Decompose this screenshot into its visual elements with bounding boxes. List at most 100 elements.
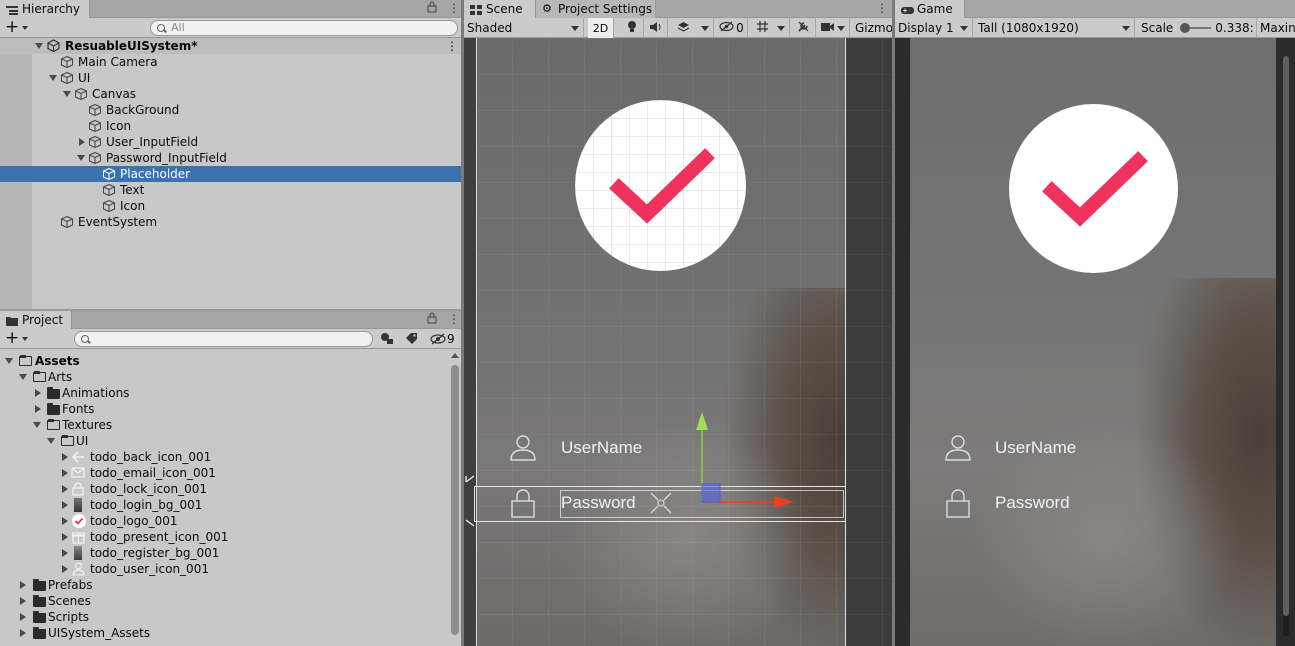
resize-handle-top-left[interactable]: [464, 474, 476, 486]
collapse-arrow-icon[interactable]: [62, 533, 68, 541]
project-item[interactable]: todo_user_icon_001: [0, 561, 450, 577]
project-item[interactable]: todo_login_bg_001: [0, 497, 450, 513]
hierarchy-search-input[interactable]: All: [150, 20, 458, 36]
collapse-arrow-icon[interactable]: [79, 138, 85, 146]
expand-arrow-icon[interactable]: [77, 155, 85, 161]
scroll-up-icon[interactable]: [451, 353, 459, 358]
hierarchy-item[interactable]: Main Camera: [0, 54, 461, 70]
collapse-arrow-icon[interactable]: [62, 485, 68, 493]
chevron-down-icon[interactable]: [22, 337, 28, 341]
tab-game[interactable]: Game: [895, 0, 965, 18]
project-item[interactable]: todo_register_bg_001: [0, 545, 450, 561]
add-icon[interactable]: +: [5, 18, 19, 36]
move-gizmo[interactable]: [694, 410, 804, 510]
scale-slider-thumb[interactable]: [1180, 23, 1191, 33]
camera-dropdown[interactable]: [818, 18, 850, 38]
lighting-toggle[interactable]: [620, 18, 644, 38]
collapse-arrow-icon[interactable]: [62, 501, 68, 509]
hierarchy-item[interactable]: Password_InputField: [0, 150, 461, 166]
tab-project[interactable]: Project: [0, 311, 72, 329]
pivot-handle-icon[interactable]: [648, 490, 674, 516]
expand-arrow-icon[interactable]: [19, 374, 27, 380]
hierarchy-item[interactable]: UI: [0, 70, 461, 86]
hierarchy-item[interactable]: Icon: [0, 118, 461, 134]
grid-scene-icon: [470, 4, 482, 15]
tab-hierarchy[interactable]: Hierarchy: [0, 0, 90, 18]
tools-toggle[interactable]: [792, 18, 816, 38]
maximize-on-play-toggle[interactable]: Maxin: [1257, 18, 1295, 38]
expand-arrow-icon[interactable]: [63, 91, 71, 97]
kebab-menu-icon[interactable]: ⋮: [876, 1, 888, 15]
kebab-menu-icon[interactable]: ⋮: [448, 312, 460, 326]
game-scrollbar[interactable]: [1283, 56, 1289, 636]
project-item[interactable]: Assets: [0, 353, 450, 369]
toggle-2d-button[interactable]: 2D: [588, 18, 614, 38]
add-icon[interactable]: +: [5, 329, 19, 347]
project-item[interactable]: todo_lock_icon_001: [0, 481, 450, 497]
collapse-arrow-icon[interactable]: [35, 405, 41, 413]
project-scrollbar[interactable]: [450, 351, 460, 646]
hierarchy-item[interactable]: EventSystem: [0, 214, 461, 230]
hierarchy-item[interactable]: Text: [0, 182, 461, 198]
tab-project-settings[interactable]: ⚙ Project Settings: [536, 0, 656, 18]
scene-viewport[interactable]: UserName Password: [464, 38, 892, 646]
project-search-input[interactable]: [74, 331, 373, 347]
project-item[interactable]: UISystem_Assets: [0, 625, 450, 641]
project-item[interactable]: Scripts: [0, 609, 450, 625]
hierarchy-item[interactable]: Icon: [0, 198, 461, 214]
label-tag-icon[interactable]: [405, 332, 419, 348]
lock-icon[interactable]: [427, 312, 437, 327]
project-item[interactable]: Arts: [0, 369, 450, 385]
kebab-menu-icon[interactable]: ⋮: [448, 1, 460, 15]
hierarchy-item[interactable]: User_InputField: [0, 134, 461, 150]
project-item[interactable]: todo_email_icon_001: [0, 465, 450, 481]
hidden-eye-icon[interactable]: [430, 333, 446, 348]
collapse-arrow-icon[interactable]: [62, 517, 68, 525]
expand-arrow-icon[interactable]: [33, 422, 41, 428]
scale-slider[interactable]: [1180, 23, 1212, 33]
expand-arrow-icon[interactable]: [5, 358, 13, 364]
resize-handle-bottom-left[interactable]: [464, 518, 476, 530]
project-item[interactable]: Scenes: [0, 593, 450, 609]
expand-arrow-icon[interactable]: [47, 438, 55, 444]
resolution-dropdown[interactable]: Tall (1080x1920): [975, 18, 1135, 38]
hierarchy-item-selected[interactable]: Placeholder: [0, 166, 461, 182]
kebab-menu-icon[interactable]: ⋮: [446, 39, 458, 53]
collapse-arrow-icon[interactable]: [20, 629, 26, 637]
scale-slider-group[interactable]: Scale 0.338:: [1137, 18, 1257, 38]
collapse-arrow-icon[interactable]: [20, 581, 26, 589]
display-dropdown[interactable]: Display 1: [895, 18, 973, 38]
scene-visibility-toggle[interactable]: 0: [716, 18, 748, 38]
expand-arrow-icon[interactable]: [35, 43, 43, 49]
collapse-arrow-icon[interactable]: [62, 453, 68, 461]
audio-toggle[interactable]: [644, 18, 668, 38]
shading-mode-dropdown[interactable]: Shaded: [464, 18, 584, 38]
tab-scene[interactable]: Scene: [464, 0, 536, 18]
project-item[interactable]: UI: [0, 433, 450, 449]
scene-root-row[interactable]: ResuableUISystem* ⋮: [0, 38, 461, 54]
hierarchy-item[interactable]: BackGround: [0, 102, 461, 118]
collapse-arrow-icon[interactable]: [20, 597, 26, 605]
lock-icon[interactable]: [427, 1, 437, 16]
project-item[interactable]: todo_logo_001: [0, 513, 450, 529]
gizmos-dropdown[interactable]: Gizmo: [852, 18, 892, 38]
project-item[interactable]: Prefabs: [0, 577, 450, 593]
project-item[interactable]: Animations: [0, 385, 450, 401]
collapse-arrow-icon[interactable]: [62, 469, 68, 477]
expand-arrow-icon[interactable]: [49, 75, 57, 81]
scrollbar-thumb[interactable]: [451, 365, 459, 635]
grid-dropdown[interactable]: [750, 18, 790, 38]
collapse-arrow-icon[interactable]: [62, 549, 68, 557]
collapse-arrow-icon[interactable]: [20, 613, 26, 621]
effects-dropdown[interactable]: [668, 18, 714, 38]
search-by-type-icon[interactable]: [380, 332, 394, 348]
project-item[interactable]: todo_back_icon_001: [0, 449, 450, 465]
hierarchy-item[interactable]: Canvas: [0, 86, 461, 102]
project-item[interactable]: Fonts: [0, 401, 450, 417]
collapse-arrow-icon[interactable]: [62, 565, 68, 573]
chevron-down-icon[interactable]: [22, 26, 28, 30]
project-item[interactable]: Textures: [0, 417, 450, 433]
game-scrollbar-thumb[interactable]: [1283, 56, 1289, 616]
collapse-arrow-icon[interactable]: [35, 389, 41, 397]
project-item[interactable]: todo_present_icon_001: [0, 529, 450, 545]
